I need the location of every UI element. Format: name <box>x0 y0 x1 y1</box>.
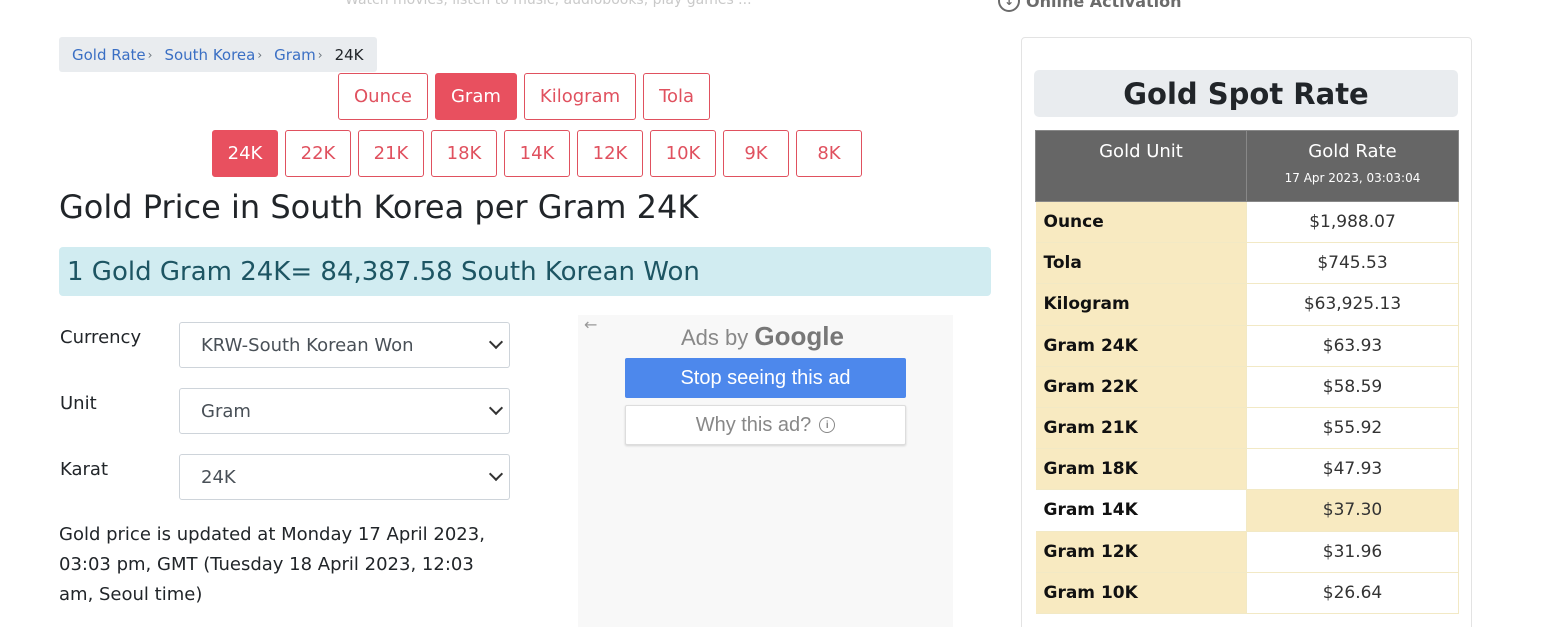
unit-select[interactable]: Gram <box>179 388 510 434</box>
table-row: Gram 21K $55.92 <box>1035 407 1459 450</box>
update-note: Gold price is updated at Monday 17 April… <box>59 524 485 605</box>
row-unit: Gram 21K <box>1035 407 1247 450</box>
currency-select-value: KRW-South Korean Won <box>201 334 414 356</box>
karat-button-group: 24K 22K 21K 18K 14K 12K 10K 9K 8K <box>212 130 862 177</box>
table-row: Gram 22K $58.59 <box>1035 366 1459 408</box>
row-unit: Gram 12K <box>1035 531 1247 573</box>
table-row: Gram 10K $26.64 <box>1035 572 1459 614</box>
table-row: Gram 12K $31.96 <box>1035 531 1459 573</box>
unit-button-group: Ounce Gram Kilogram Tola <box>338 73 711 120</box>
row-rate: $31.96 <box>1246 531 1459 573</box>
google-logo: Google <box>754 321 844 351</box>
row-rate: $58.59 <box>1246 366 1459 408</box>
breadcrumb-gold-rate[interactable]: Gold Rate <box>72 46 146 64</box>
online-activation-label: Online Activation <box>1026 0 1182 11</box>
row-rate: $63.93 <box>1246 325 1459 367</box>
table-header-row: Gold Unit Gold Rate 17 Apr 2023, 03:03:04 <box>1035 130 1459 202</box>
breadcrumb-gram[interactable]: Gram <box>274 46 316 64</box>
currency-label: Currency <box>60 327 142 348</box>
column-header-unit: Gold Unit <box>1035 130 1247 202</box>
karat-button-10k[interactable]: 10K <box>650 130 716 177</box>
karat-button-21k[interactable]: 21K <box>358 130 424 177</box>
top-strip: Watch movies, listen to music, audiobook… <box>0 0 1543 12</box>
row-unit: Gram 10K <box>1035 572 1247 614</box>
row-unit: Gram 22K <box>1035 366 1247 408</box>
unit-row: Unit Gram <box>59 388 510 434</box>
unit-select-value: Gram <box>201 400 251 422</box>
table-row: Gram 14K $37.30 <box>1035 489 1459 532</box>
chevron-down-icon <box>488 334 504 350</box>
row-rate: $745.53 <box>1246 242 1459 285</box>
row-unit: Ounce <box>1035 201 1247 244</box>
spot-rate-title: Gold Spot Rate <box>1034 70 1458 117</box>
chevron-down-icon <box>488 466 504 482</box>
chevron-down-icon <box>488 400 504 416</box>
table-row: Gram 24K $63.93 <box>1035 325 1459 367</box>
ads-by-label: Ads by <box>681 325 749 350</box>
column-header-rate: Gold Rate 17 Apr 2023, 03:03:04 <box>1246 130 1459 202</box>
stop-seeing-ad-button[interactable]: Stop seeing this ad <box>625 358 906 398</box>
unit-button-tola[interactable]: Tola <box>643 73 711 120</box>
karat-select-value: 24K <box>201 466 236 488</box>
spot-rate-table: Gold Unit Gold Rate 17 Apr 2023, 03:03:04… <box>1035 130 1459 614</box>
karat-button-22k[interactable]: 22K <box>285 130 351 177</box>
chevron-right-icon: › <box>317 47 323 62</box>
gold-spot-rate-card: Gold Spot Rate Gold Unit Gold Rate 17 Apr… <box>1021 37 1472 627</box>
ads-by-google: Ads by Google <box>681 321 844 352</box>
row-unit: Kilogram <box>1035 283 1247 326</box>
row-unit: Gram 18K <box>1035 448 1247 491</box>
rate-banner: 1 Gold Gram 24K= 84,387.58 South Korean … <box>59 247 991 296</box>
row-rate: $47.93 <box>1246 448 1459 491</box>
row-unit: Gram 24K <box>1035 325 1247 367</box>
table-row: Kilogram $63,925.13 <box>1035 283 1459 326</box>
chevron-right-icon: › <box>257 47 263 62</box>
unit-button-ounce[interactable]: Ounce <box>338 73 428 120</box>
back-arrow-icon[interactable]: ← <box>584 315 597 334</box>
row-rate: $63,925.13 <box>1246 283 1459 326</box>
row-rate: $1,988.07 <box>1246 201 1459 244</box>
unit-button-gram[interactable]: Gram <box>434 73 517 120</box>
unit-label: Unit <box>60 393 97 414</box>
download-icon: ↓ <box>998 0 1020 12</box>
breadcrumb-south-korea[interactable]: South Korea <box>164 46 255 64</box>
karat-button-24k[interactable]: 24K <box>212 130 278 177</box>
ad-box: ← Ads by Google Stop seeing this ad Why … <box>578 315 953 627</box>
karat-button-9k[interactable]: 9K <box>723 130 789 177</box>
currency-select[interactable]: KRW-South Korean Won <box>179 322 510 368</box>
why-this-ad-button[interactable]: Why this ad? i <box>625 405 906 445</box>
table-row: Ounce $1,988.07 <box>1035 201 1459 244</box>
breadcrumb-current: 24K <box>334 45 364 64</box>
karat-button-14k[interactable]: 14K <box>504 130 570 177</box>
breadcrumb: Gold Rate › South Korea › Gram › 24K <box>59 37 377 72</box>
rate-timestamp: 17 Apr 2023, 03:03:04 <box>1284 171 1421 185</box>
table-row: Tola $745.53 <box>1035 242 1459 285</box>
row-unit: Gram 14K <box>1035 489 1247 532</box>
karat-row: Karat 24K <box>59 454 510 500</box>
karat-button-12k[interactable]: 12K <box>577 130 643 177</box>
karat-select[interactable]: 24K <box>179 454 510 500</box>
row-rate: $26.64 <box>1246 572 1459 614</box>
row-rate: $37.30 <box>1246 489 1459 532</box>
chevron-right-icon: › <box>147 47 153 62</box>
karat-button-8k[interactable]: 8K <box>796 130 862 177</box>
row-rate: $55.92 <box>1246 407 1459 450</box>
table-row: Gram 18K $47.93 <box>1035 448 1459 491</box>
why-this-ad-label: Why this ad? <box>695 413 812 436</box>
row-unit: Tola <box>1035 242 1247 285</box>
header-tagline: Watch movies, listen to music, audiobook… <box>345 0 752 8</box>
info-icon: i <box>819 417 836 433</box>
karat-button-18k[interactable]: 18K <box>431 130 497 177</box>
unit-button-kilogram[interactable]: Kilogram <box>523 73 637 120</box>
currency-row: Currency KRW-South Korean Won <box>59 322 510 368</box>
page-title: Gold Price in South Korea per Gram 24K <box>59 188 699 226</box>
karat-label: Karat <box>60 459 109 480</box>
online-activation-link[interactable]: ↓ Online Activation <box>998 0 1182 12</box>
